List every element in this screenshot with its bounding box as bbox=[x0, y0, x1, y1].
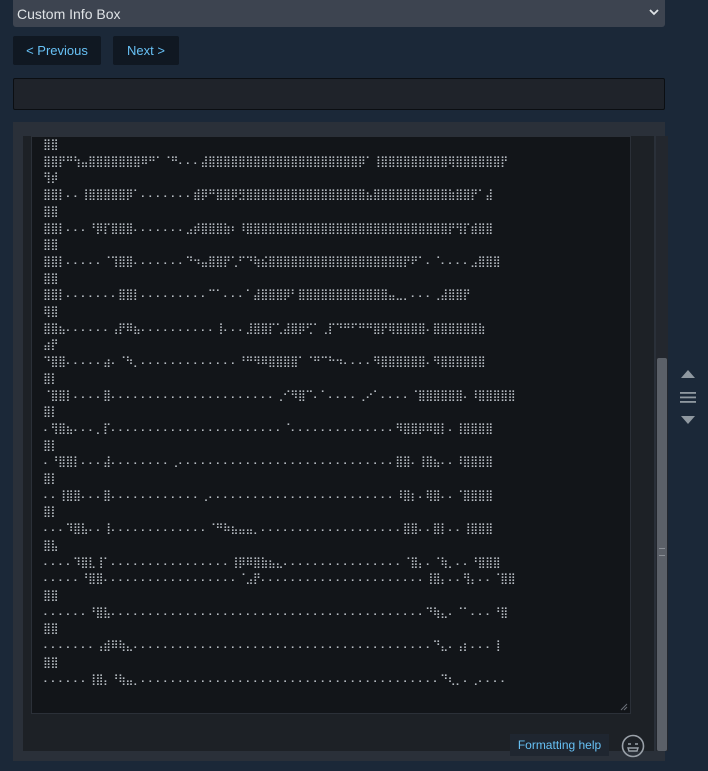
menu-icon[interactable] bbox=[678, 390, 698, 404]
arrow-down-icon[interactable] bbox=[678, 414, 698, 428]
ascii-art-content: ⣿⣿ ⣿⣿⡟⠛⢳⣤⣿⣿⣿⣿⣿⣿⣿⠿⠛⠁⠈⠛⠄⠄⠄⣼⣿⣿⣿⣿⣿⣿⣿⣿⣿⣿⣿⣿⣿⣿⣿… bbox=[43, 138, 516, 686]
resize-grip-icon[interactable] bbox=[620, 703, 628, 711]
editor-frame: ⣿⣿ ⣿⣿⡟⠛⢳⣤⣿⣿⣿⣿⣿⣿⣿⠿⠛⠁⠈⠛⠄⠄⠄⣼⣿⣿⣿⣿⣿⣿⣿⣿⣿⣿⣿⣿⣿⣿⣿… bbox=[23, 136, 654, 758]
arrow-up-icon[interactable] bbox=[678, 366, 698, 380]
formatting-help-link[interactable]: Formatting help bbox=[510, 734, 609, 756]
previous-button[interactable]: < Previous bbox=[13, 36, 101, 65]
title-input[interactable] bbox=[13, 78, 665, 110]
side-scroll-controls bbox=[678, 366, 698, 430]
section-select-value: Custom Info Box bbox=[17, 6, 121, 22]
editor-panel: ⣿⣿ ⣿⣿⡟⠛⢳⣤⣿⣿⣿⣿⣿⣿⣿⠿⠛⠁⠈⠛⠄⠄⠄⣼⣿⣿⣿⣿⣿⣿⣿⣿⣿⣿⣿⣿⣿⣿⣿… bbox=[13, 122, 668, 761]
editor-scrollbar[interactable] bbox=[656, 136, 668, 751]
emoticon-icon[interactable] bbox=[620, 733, 646, 759]
thumb-grip-icon bbox=[659, 548, 665, 556]
section-select[interactable]: Custom Info Box bbox=[13, 0, 665, 27]
next-button[interactable]: Next > bbox=[113, 36, 179, 65]
chevron-down-icon bbox=[649, 9, 659, 16]
description-textarea[interactable]: ⣿⣿ ⣿⣿⡟⠛⢳⣤⣿⣿⣿⣿⣿⣿⣿⠿⠛⠁⠈⠛⠄⠄⠄⣼⣿⣿⣿⣿⣿⣿⣿⣿⣿⣿⣿⣿⣿⣿⣿… bbox=[31, 136, 631, 714]
scrollbar-thumb[interactable] bbox=[657, 358, 667, 751]
